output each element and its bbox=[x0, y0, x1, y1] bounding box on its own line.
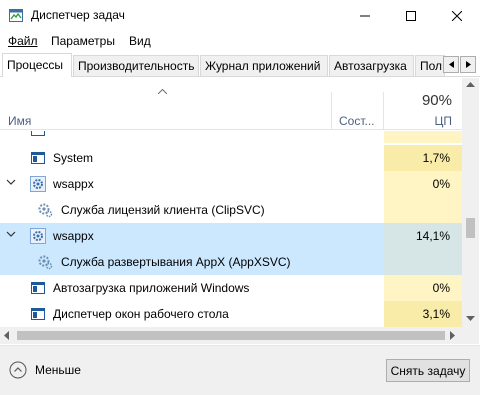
menu-file[interactable]: Файл bbox=[8, 34, 38, 48]
sort-ascending-icon bbox=[158, 89, 167, 94]
service-gear-icon bbox=[38, 203, 53, 218]
vertical-scrollbar[interactable] bbox=[462, 78, 479, 327]
scroll-up-icon[interactable] bbox=[466, 82, 475, 87]
tab-app-history[interactable]: Журнал приложений bbox=[200, 55, 328, 76]
tab-performance[interactable]: Производительность bbox=[73, 55, 199, 76]
app-window-icon bbox=[31, 282, 45, 294]
menu-view[interactable]: Вид bbox=[129, 34, 151, 48]
scrollbar-corner bbox=[462, 327, 479, 344]
row-label: wsappx bbox=[53, 177, 94, 191]
table-row[interactable]: wsappx 14,1% bbox=[0, 223, 462, 249]
column-divider[interactable] bbox=[331, 92, 332, 130]
row-label: Автозагрузка приложений Windows bbox=[53, 281, 250, 295]
close-icon bbox=[452, 10, 462, 21]
tab-scroll-left-button[interactable] bbox=[443, 56, 459, 73]
task-manager-icon bbox=[9, 9, 23, 22]
tab-users[interactable]: Пол bbox=[415, 55, 445, 76]
scroll-right-icon[interactable] bbox=[450, 331, 455, 340]
menu-bar: Файл Параметры Вид bbox=[0, 31, 480, 51]
cpu-cell bbox=[384, 197, 462, 223]
gear-icon bbox=[30, 228, 46, 244]
scrollbar-thumb[interactable] bbox=[466, 218, 475, 238]
app-window-icon bbox=[31, 131, 45, 136]
tab-processes[interactable]: Процессы bbox=[2, 53, 72, 77]
cpu-cell: 14,1% bbox=[384, 223, 462, 249]
gear-icon bbox=[30, 176, 46, 192]
window-title: Диспетчер задач bbox=[31, 8, 125, 22]
table-row[interactable]: Автозагрузка приложений Windows 0% bbox=[0, 275, 462, 301]
tab-scroll-right-button[interactable] bbox=[460, 56, 476, 73]
cpu-total-percent[interactable]: 90% bbox=[384, 92, 452, 109]
tab-performance-label: Производительность bbox=[78, 59, 195, 73]
cpu-value: 3,1% bbox=[422, 307, 450, 321]
scrollbar-thumb[interactable] bbox=[17, 331, 445, 340]
column-status[interactable]: Сост... bbox=[339, 114, 375, 128]
tab-processes-label: Процессы bbox=[7, 58, 64, 72]
table-row[interactable] bbox=[0, 131, 462, 143]
arrow-left-icon bbox=[448, 61, 454, 68]
end-task-button[interactable]: Снять задачу bbox=[386, 359, 470, 382]
tab-app-history-label: Журнал приложений bbox=[205, 59, 321, 73]
table-row[interactable]: wsappx 0% bbox=[0, 171, 462, 197]
minimize-icon bbox=[360, 15, 370, 16]
table-row[interactable]: Служба развертывания AppX (AppXSVC) bbox=[0, 249, 462, 275]
horizontal-scrollbar[interactable] bbox=[0, 327, 462, 344]
tab-bar: Процессы Производительность Журнал прило… bbox=[0, 53, 480, 77]
chevron-down-icon[interactable] bbox=[6, 179, 16, 185]
tab-startup-label: Автозагрузка bbox=[334, 59, 407, 73]
column-name[interactable]: Имя bbox=[8, 114, 31, 128]
tab-startup[interactable]: Автозагрузка bbox=[329, 55, 414, 76]
process-list: System 1,7% wsappx 0% Служба лицензий кл… bbox=[0, 131, 462, 327]
table-row[interactable]: System 1,7% bbox=[0, 145, 462, 171]
chevron-down-icon[interactable] bbox=[6, 231, 16, 237]
row-label: Диспетчер окон рабочего стола bbox=[53, 307, 229, 321]
menu-params[interactable]: Параметры bbox=[51, 34, 115, 48]
cpu-cell: 3,1% bbox=[384, 301, 462, 327]
service-gear-icon bbox=[38, 255, 53, 270]
footer-bar: Меньше Снять задачу bbox=[0, 345, 480, 395]
cpu-cell: 0% bbox=[384, 171, 462, 197]
tab-users-label: Пол bbox=[420, 59, 443, 73]
collapse-circle-icon[interactable] bbox=[9, 361, 27, 379]
close-button[interactable] bbox=[434, 0, 480, 31]
maximize-button[interactable] bbox=[388, 0, 434, 31]
cpu-value: 1,7% bbox=[422, 151, 450, 165]
app-window-icon bbox=[31, 152, 45, 164]
scroll-down-icon[interactable] bbox=[466, 316, 475, 321]
row-label: wsappx bbox=[53, 229, 94, 243]
cpu-cell: 1,7% bbox=[384, 145, 462, 171]
fewer-details-link[interactable]: Меньше bbox=[35, 363, 81, 377]
cpu-value: 14,1% bbox=[415, 229, 450, 243]
app-window-icon bbox=[31, 308, 45, 320]
scroll-left-icon[interactable] bbox=[4, 331, 9, 340]
cpu-cell bbox=[384, 131, 462, 143]
minimize-button[interactable] bbox=[342, 0, 388, 31]
cpu-value: 0% bbox=[432, 177, 450, 191]
cpu-value: 0% bbox=[432, 281, 450, 295]
column-cpu[interactable]: ЦП bbox=[384, 114, 452, 128]
row-label: System bbox=[53, 151, 94, 165]
arrow-right-icon bbox=[465, 61, 471, 68]
cpu-cell: 0% bbox=[384, 275, 462, 301]
maximize-icon bbox=[406, 10, 416, 21]
title-bar: Диспетчер задач bbox=[0, 0, 480, 31]
column-header: Имя Сост... 90% ЦП bbox=[0, 78, 462, 130]
table-row[interactable]: Диспетчер окон рабочего стола 3,1% bbox=[0, 301, 462, 327]
table-row[interactable]: Служба лицензий клиента (ClipSVC) bbox=[0, 197, 462, 223]
cpu-cell bbox=[384, 249, 462, 275]
row-label: Служба развертывания AppX (AppXSVC) bbox=[61, 255, 291, 269]
row-label: Служба лицензий клиента (ClipSVC) bbox=[61, 203, 265, 217]
